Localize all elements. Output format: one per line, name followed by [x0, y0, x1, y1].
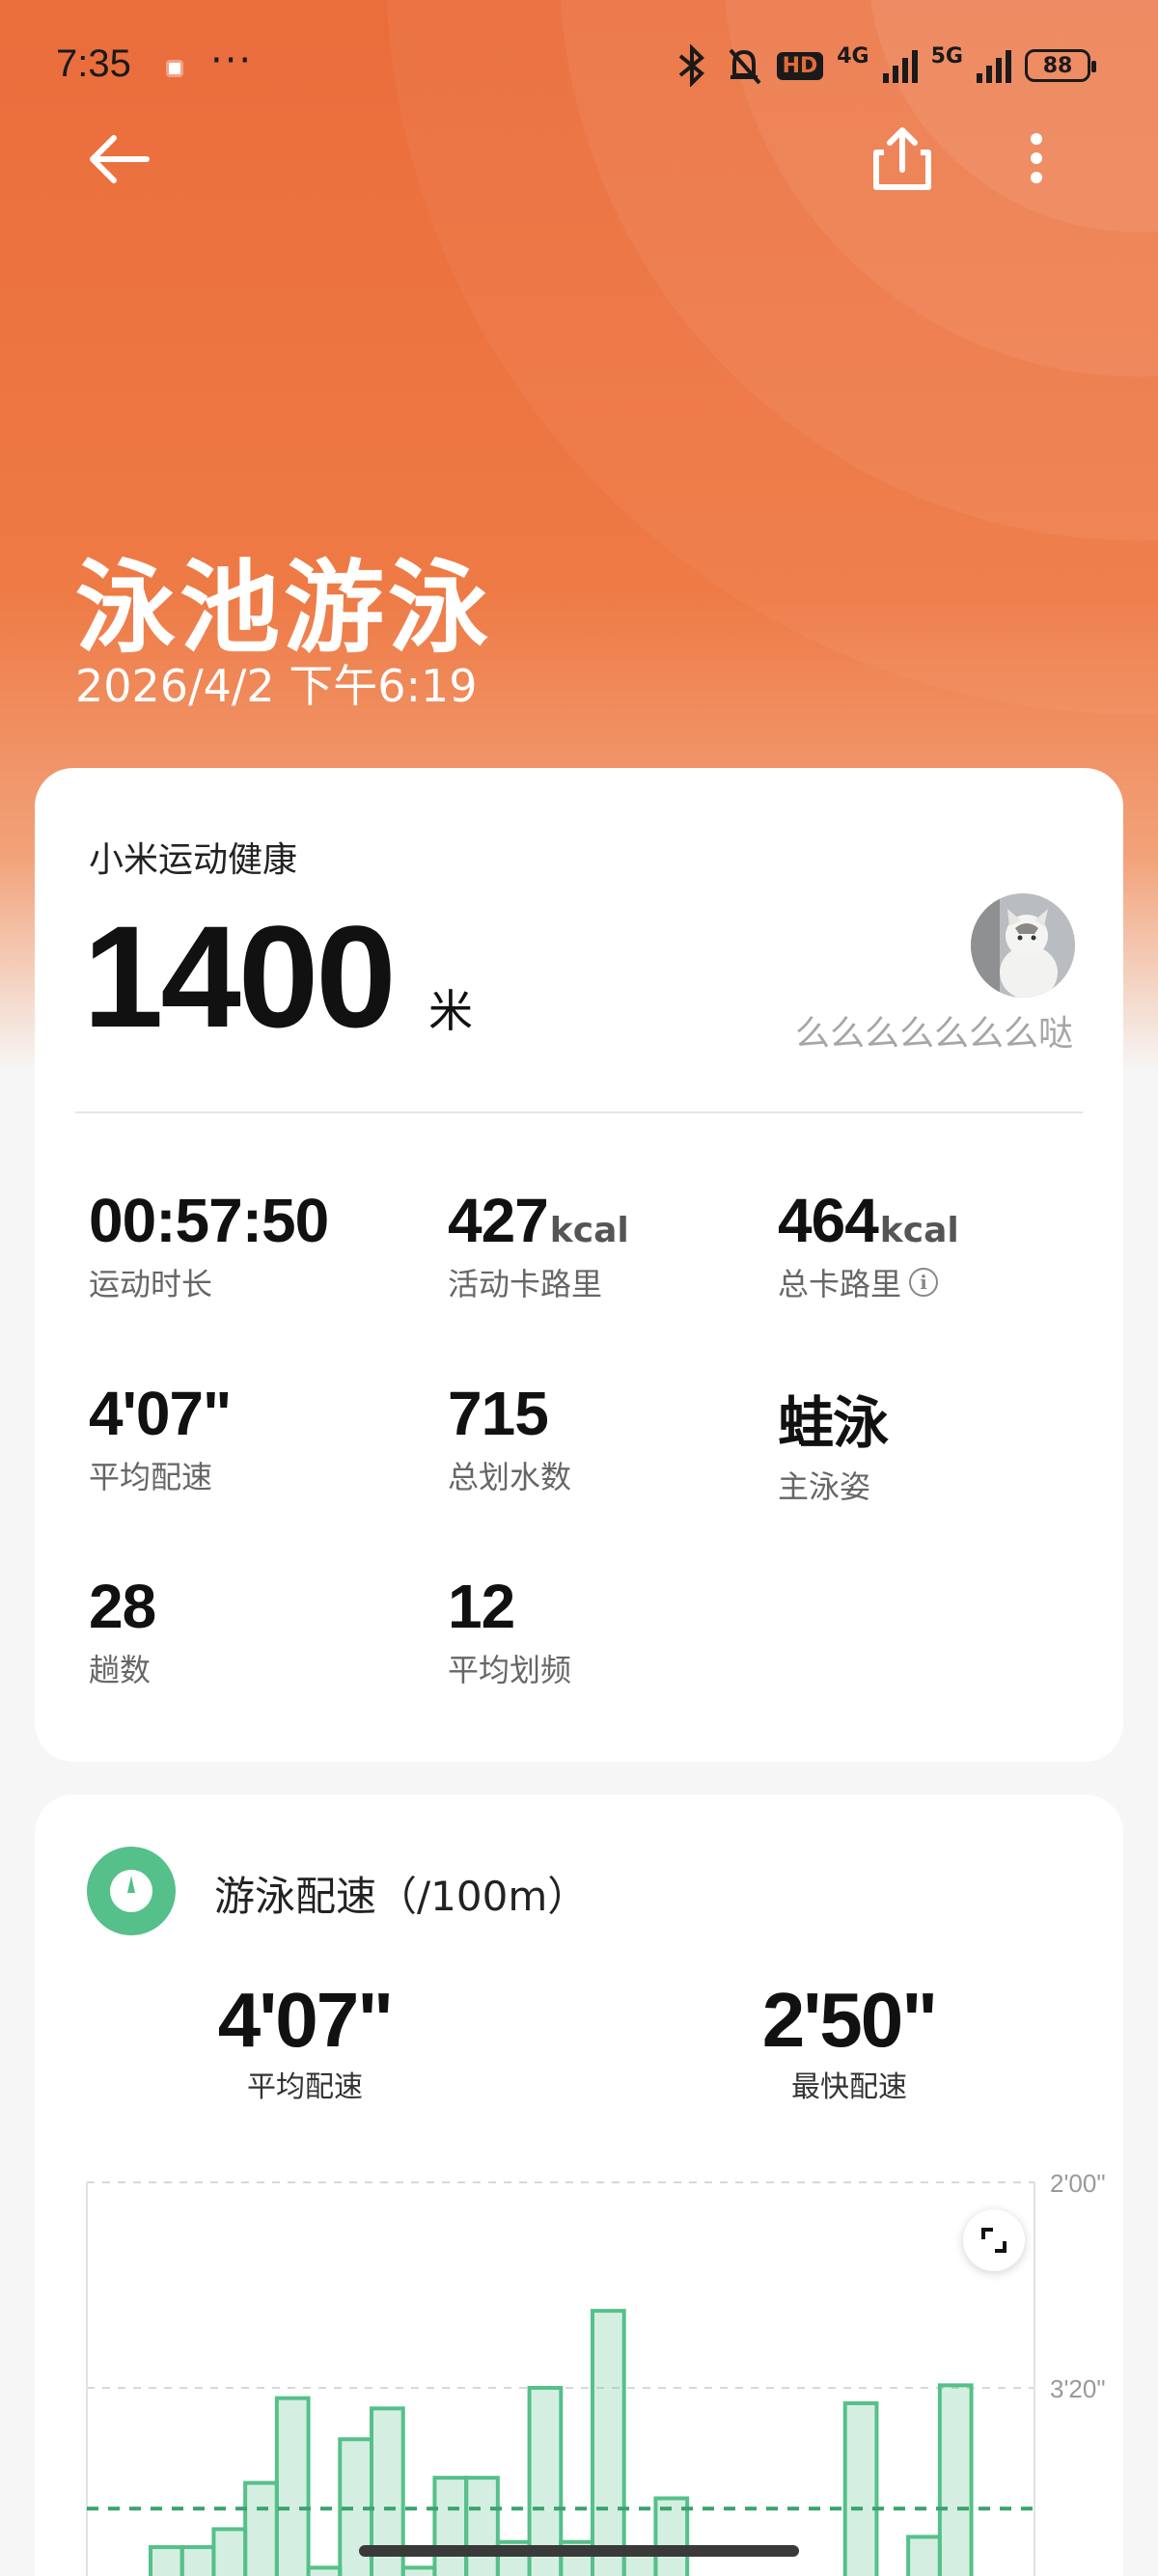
stat-value: 蛙泳	[778, 1390, 889, 1456]
y-tick-label: 2'00"	[1050, 2169, 1106, 2198]
more-vertical-icon	[1031, 133, 1042, 183]
network-4g-label: 4G	[837, 44, 869, 69]
bell-muted-icon	[729, 48, 761, 85]
network-5g-label: 5G	[930, 44, 963, 69]
avatar[interactable]	[971, 893, 1075, 998]
share-icon	[873, 127, 931, 190]
pace-bar	[274, 2396, 311, 2576]
stat-value: 427	[448, 1186, 549, 1255]
distance-value: 1400	[83, 895, 397, 1057]
pace-bar	[591, 2309, 626, 2576]
stat-label: 平均划频	[448, 1652, 572, 1688]
stat-unit: kcal	[549, 1211, 629, 1250]
stat-active-calories: 427kcal 活动卡路里	[448, 1185, 629, 1304]
pace-card: 游泳配速（/100m） 4'07" 平均配速 2'50" 最快配速 2'00" 3…	[35, 1795, 1123, 2576]
signal-2-icon	[977, 48, 1011, 83]
source-app-name: 小米运动健康	[89, 840, 298, 880]
summary-card: 小米运动健康 1400 米 么么么么么么么哒 00:57:50 运动时长 427…	[35, 768, 1123, 1762]
home-indicator	[359, 2545, 799, 2557]
pace-bar	[243, 2480, 279, 2576]
page-title: 泳池游泳	[75, 549, 493, 667]
expand-icon	[981, 2228, 1006, 2253]
bluetooth-icon	[678, 44, 704, 87]
pace-bar	[179, 2545, 216, 2576]
stat-total-strokes: 715 总划水数	[448, 1378, 571, 1497]
pace-bar	[842, 2400, 879, 2576]
expand-chart-button[interactable]	[963, 2209, 1025, 2271]
stat-label: 运动时长	[89, 1266, 213, 1302]
more-options-button[interactable]	[1015, 129, 1058, 187]
stat-value: 00:57:50	[89, 1186, 329, 1255]
pace-chart: 2'00" 3'20"	[86, 2169, 1106, 2576]
stat-value: 12	[448, 1572, 515, 1641]
pace-bar	[906, 2535, 942, 2576]
pace-bar	[149, 2545, 184, 2576]
stat-avg-pace: 4'07" 平均配速	[89, 1378, 232, 1497]
pace-bar	[400, 2565, 437, 2576]
back-button[interactable]	[85, 125, 158, 193]
stat-duration: 00:57:50 运动时长	[89, 1185, 329, 1304]
status-more-icon: ···	[210, 39, 254, 83]
hd-voice-icon: HD	[776, 51, 824, 80]
pace-bar	[432, 2476, 469, 2576]
share-button[interactable]	[868, 123, 936, 197]
username: 么么么么么么么哒	[794, 1014, 1073, 1054]
stat-label: 平均配速	[89, 1459, 213, 1495]
stat-label: 主泳姿	[778, 1468, 871, 1505]
stat-value: 4'07"	[89, 1379, 232, 1448]
stat-label: 总划水数	[448, 1459, 572, 1495]
stat-laps: 28 趟数	[89, 1571, 156, 1690]
arrow-left-icon	[90, 135, 150, 183]
notification-app-icon	[166, 60, 183, 77]
stat-total-calories: 464kcal 总卡路里 i	[778, 1185, 959, 1304]
pace-bar	[211, 2527, 248, 2576]
stat-label: 趟数	[89, 1652, 152, 1688]
stat-value: 28	[89, 1572, 156, 1641]
battery-icon: 88	[1025, 49, 1096, 82]
stat-stroke-rate: 12 平均划频	[448, 1571, 571, 1690]
y-tick-label: 3'20"	[1050, 2374, 1106, 2403]
signal-1-icon	[882, 48, 918, 83]
cat-avatar-image	[971, 893, 1075, 998]
stat-unit: kcal	[879, 1211, 959, 1250]
pace-bar	[306, 2565, 343, 2576]
distance-unit: 米	[428, 985, 473, 1037]
workout-date: 2026/4/2 下午6:19	[75, 660, 478, 712]
stat-value: 464	[778, 1186, 879, 1255]
divider	[75, 1111, 1083, 1113]
info-icon[interactable]: i	[909, 1268, 939, 1297]
stat-main-stroke: 蛙泳 主泳姿	[778, 1378, 889, 1507]
status-bar: 7:35 ··· HD 4G 5G 88	[0, 0, 1158, 135]
stat-value: 715	[448, 1379, 549, 1448]
stat-label: 总卡路里	[778, 1266, 902, 1302]
status-time: 7:35	[56, 42, 131, 85]
pace-bar	[464, 2476, 500, 2576]
stat-label: 活动卡路里	[448, 1266, 603, 1302]
pace-bar	[937, 2383, 974, 2576]
